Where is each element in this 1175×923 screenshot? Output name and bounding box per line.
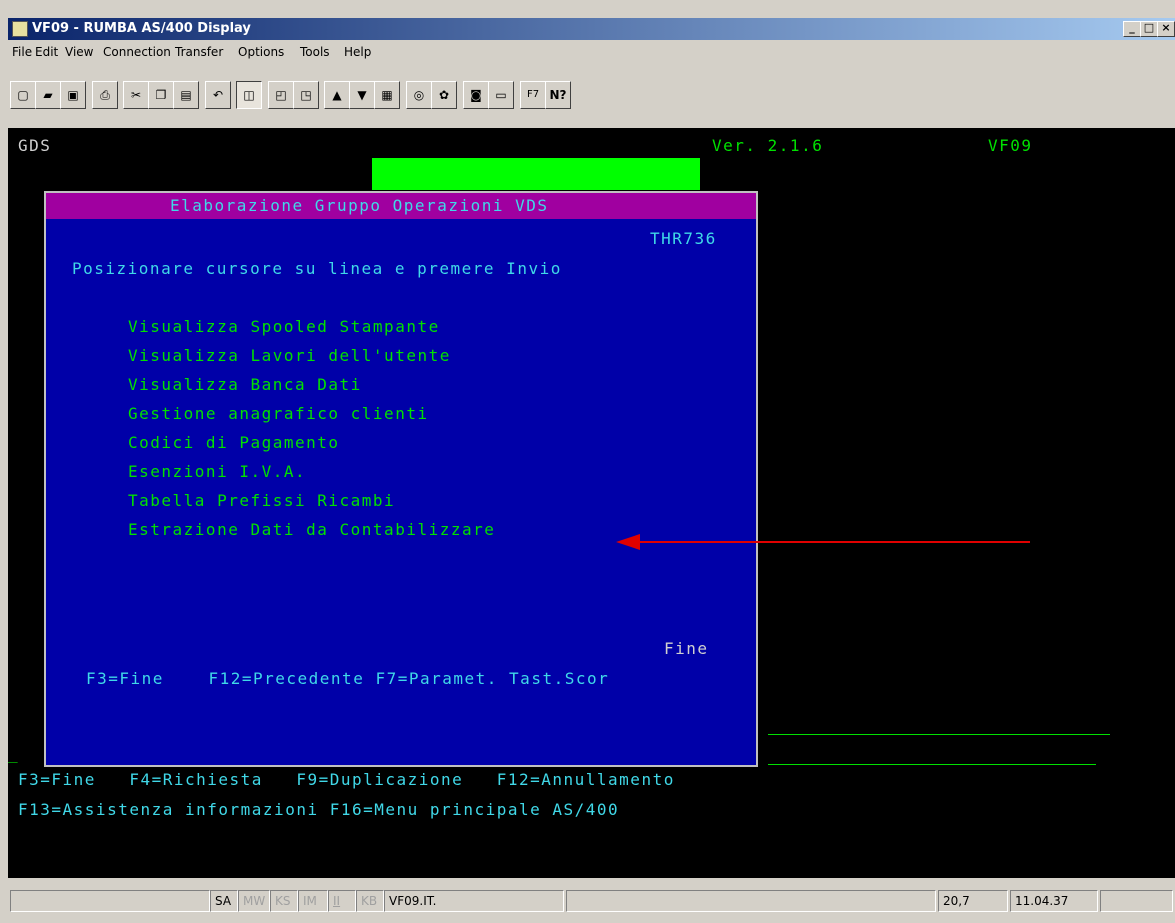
footer-keys-line2: F13=Assistenza informazioni F16=Menu pri… [18, 800, 620, 819]
status-cursor-position: 20,7 [938, 890, 1008, 912]
paste-icon[interactable]: ▤ [173, 81, 199, 109]
version-label: Ver. 2.1.6 [712, 136, 824, 155]
menu-tools[interactable]: Tools [300, 45, 330, 59]
end-label: Fine [664, 639, 709, 658]
menu-option-8[interactable]: Estrazione Dati da Contabilizzare [128, 520, 495, 539]
status-empty-box [566, 890, 936, 912]
status-mw: MW [238, 890, 270, 912]
menu-file[interactable]: File [12, 45, 32, 59]
close-button[interactable]: × [1157, 21, 1175, 37]
status-time: 11.04.37 [1010, 890, 1098, 912]
status-im: IM [298, 890, 328, 912]
toolbar: ▢ ▰ ▣ ⎙ ✂ ❐ ▤ ↶ ◫ ◰ ◳ ▲ ▼ ▦ ◎ ✿ ◙ ▭ F7 N… [8, 76, 1175, 114]
status-sa: SA [210, 890, 238, 912]
field-underline-1 [768, 734, 1110, 735]
session-icon[interactable]: ◫ [236, 81, 262, 109]
printer-settings-icon[interactable]: ▭ [488, 81, 514, 109]
save-icon[interactable]: ▣ [60, 81, 86, 109]
popup-window: Elaborazione Gruppo Operazioni VDS THR73… [44, 191, 758, 767]
copy-icon[interactable]: ❐ [148, 81, 174, 109]
window2-icon[interactable]: ◳ [293, 81, 319, 109]
field-underline-2 [768, 764, 1096, 765]
menu-help[interactable]: Help [344, 45, 371, 59]
receive-icon[interactable]: ▼ [349, 81, 375, 109]
menu-option-3[interactable]: Visualizza Banca Dati [128, 375, 362, 394]
status-ii: II [328, 890, 356, 912]
program-code: THR736 [650, 229, 717, 248]
f7-key-icon[interactable]: F7 [520, 81, 546, 109]
print-icon[interactable]: ⎙ [92, 81, 118, 109]
menu-transfer[interactable]: Transfer [175, 45, 223, 59]
new-icon[interactable]: ▢ [10, 81, 36, 109]
menu-option-2[interactable]: Visualizza Lavori dell'utente [128, 346, 451, 365]
send-icon[interactable]: ▲ [324, 81, 350, 109]
open-icon[interactable]: ▰ [35, 81, 61, 109]
minimize-button[interactable]: _ [1123, 21, 1141, 37]
popup-function-keys: F3=Fine F12=Precedente F7=Paramet. Tast.… [86, 669, 610, 688]
terminal-screen[interactable]: GDS Ver. 2.1.6 VF09 Elaborazione Gruppo … [8, 128, 1175, 878]
menu-connection[interactable]: Connection [103, 45, 171, 59]
help-icon[interactable]: N? [545, 81, 571, 109]
status-session: VF09.IT. [384, 890, 564, 912]
title-bar[interactable]: VF09 - RUMBA AS/400 Display _ □ × [8, 18, 1175, 40]
menu-option-5[interactable]: Codici di Pagamento [128, 433, 340, 452]
menu-option-6[interactable]: Esenzioni I.V.A. [128, 462, 306, 481]
menu-option-7[interactable]: Tabella Prefissi Ricambi [128, 491, 395, 510]
session-label: VF09 [988, 136, 1033, 155]
transfer-icon[interactable]: ▦ [374, 81, 400, 109]
rumba-app-icon[interactable] [12, 21, 28, 37]
popup-title: Elaborazione Gruppo Operazioni VDS [170, 196, 549, 215]
menu-option-1[interactable]: Visualizza Spooled Stampante [128, 317, 440, 336]
status-message-box [10, 890, 210, 912]
left-marker: _ [8, 744, 20, 763]
input-field-highlight[interactable] [372, 158, 700, 190]
status-ks: KS [270, 890, 298, 912]
undo-icon[interactable]: ↶ [205, 81, 231, 109]
footer-keys-line1: F3=Fine F4=Richiesta F9=Duplicazione F12… [18, 770, 675, 789]
menu-option-4[interactable]: Gestione anagrafico clienti [128, 404, 429, 423]
cut-icon[interactable]: ✂ [123, 81, 149, 109]
menu-options[interactable]: Options [238, 45, 284, 59]
status-bar: SA MW KS IM II KB VF09.IT. 20,7 11.04.37 [8, 880, 1175, 923]
menu-view[interactable]: View [65, 45, 93, 59]
system-label: GDS [18, 136, 52, 155]
maximize-button[interactable]: □ [1140, 21, 1158, 37]
palette-icon[interactable]: ✿ [431, 81, 457, 109]
popup-instruction: Posizionare cursore su linea e premere I… [72, 259, 562, 278]
macro-icon[interactable]: ◎ [406, 81, 432, 109]
status-resize-grip[interactable] [1100, 890, 1173, 912]
red-arrow-annotation [616, 534, 1030, 550]
menu-edit[interactable]: Edit [35, 45, 58, 59]
camera-icon[interactable]: ◙ [463, 81, 489, 109]
window1-icon[interactable]: ◰ [268, 81, 294, 109]
status-kb: KB [356, 890, 384, 912]
window-title: VF09 - RUMBA AS/400 Display [32, 21, 251, 36]
